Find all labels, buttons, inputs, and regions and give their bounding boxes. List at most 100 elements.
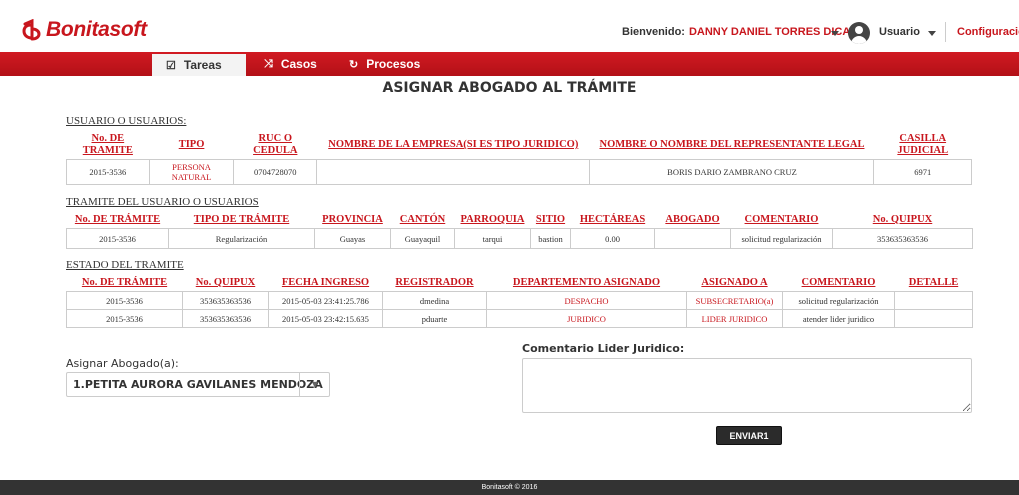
status-table: No. DE TRÁMITE No. QUIPUX FECHA INGRESO … [66, 275, 973, 328]
table-cell: 2015-3536 [66, 159, 150, 185]
procedure-col-comentario[interactable]: COMENTARIO [730, 212, 833, 229]
procedure-col-canton[interactable]: CANTÓN [390, 212, 455, 229]
send-button[interactable]: ENVIAR1 [716, 426, 782, 445]
user-avatar-icon[interactable] [848, 22, 870, 44]
table-cell: 6971 [873, 159, 972, 185]
checkbox-edit-icon: ☑ [166, 59, 176, 72]
users-table: No. DE TRAMITE TIPO RUC O CEDULA NOMBRE … [66, 131, 972, 185]
tab-procesos-label: Procesos [366, 57, 421, 71]
footer: Bonitasoft © 2016 [0, 480, 1019, 495]
tab-tareas[interactable]: ☑ Tareas [152, 52, 246, 76]
table-cell: 2015-05-03 23:41:25.786 [268, 291, 383, 310]
assign-lawyer-label: Asignar Abogado(a): [66, 357, 179, 370]
status-header-row: No. DE TRÁMITE No. QUIPUX FECHA INGRESO … [66, 275, 973, 292]
page-title: ASIGNAR ABOGADO AL TRÁMITE [382, 80, 637, 96]
table-cell: LIDER JURIDICO [686, 309, 783, 328]
header-divider [945, 22, 946, 42]
table-row: 2015-3536 Regularización Guayas Guayaqui… [66, 228, 973, 249]
tab-tareas-label: Tareas [183, 58, 222, 72]
table-cell: Regularización [168, 228, 315, 249]
top-bar: Bonitasoft Bienvenido: DANNY DANIEL TORRE… [0, 0, 1019, 52]
table-cell: JURIDICO [486, 309, 687, 328]
status-col-asignado[interactable]: ASIGNADO A [686, 275, 783, 292]
bonitasoft-logo[interactable]: Bonitasoft [22, 17, 147, 43]
table-cell[interactable] [894, 309, 973, 328]
user-dropdown-caret-icon[interactable] [831, 31, 839, 36]
footer-copyright: Bonitasoft © 2016 [481, 484, 538, 491]
select-caret-down-icon[interactable]: ▼ [299, 373, 330, 396]
table-cell: 2015-3536 [66, 228, 169, 249]
tab-procesos[interactable]: ↻ Procesos [349, 52, 420, 76]
status-col-quipux[interactable]: No. QUIPUX [182, 275, 269, 292]
status-col-tramite[interactable]: No. DE TRÁMITE [66, 275, 183, 292]
table-cell: pduarte [382, 309, 487, 328]
table-cell: PERSONA NATURAL [148, 159, 235, 185]
tab-casos[interactable]: ⤨ Casos [264, 52, 317, 76]
table-cell: 0704728070 [233, 159, 318, 185]
assign-lawyer-value: 1.PETITA AURORA GAVILANES MENDOZA [73, 378, 323, 391]
table-row: 2015-3536 PERSONA NATURAL 0704728070 BOR… [66, 159, 972, 185]
table-cell: Guayas [314, 228, 391, 249]
table-cell: solicitud regularización [730, 228, 833, 249]
procedure-col-abogado[interactable]: ABOGADO [654, 212, 731, 229]
users-col-tramite[interactable]: No. DE TRAMITE [66, 131, 150, 160]
status-section-title: ESTADO DEL TRAMITE [66, 259, 184, 271]
procedure-col-tipo[interactable]: TIPO DE TRÁMITE [168, 212, 315, 229]
table-cell: 353635363536 [182, 291, 269, 310]
table-cell: SUBSECRETARIO(a) [686, 291, 783, 310]
status-col-detalle[interactable]: DETALLE [894, 275, 973, 292]
table-cell: 353635363536 [832, 228, 973, 249]
table-cell: atender lider juridico [782, 309, 895, 328]
main-nav-bar: ☑ Tareas ⤨ Casos ↻ Procesos [0, 52, 1019, 76]
table-cell: 0.00 [570, 228, 655, 249]
table-row: 2015-3536 353635363536 2015-05-03 23:42:… [66, 309, 973, 328]
table-row: 2015-3536 353635363536 2015-05-03 23:41:… [66, 291, 973, 310]
tab-casos-label: Casos [280, 57, 317, 71]
configuration-link[interactable]: Configuración [957, 26, 1019, 38]
status-col-registrador[interactable]: REGISTRADOR [382, 275, 487, 292]
table-cell: Guayaquil [390, 228, 455, 249]
table-cell: solicitud regularización [782, 291, 895, 310]
table-cell [654, 228, 731, 249]
table-cell: tarqui [454, 228, 531, 249]
procedure-col-parroquia[interactable]: PARROQUIA [454, 212, 531, 229]
user-menu-caret-icon[interactable] [928, 31, 936, 36]
procedure-col-quipux[interactable]: No. QUIPUX [832, 212, 973, 229]
bonitasoft-logo-icon [22, 19, 41, 41]
users-col-empresa[interactable]: NOMBRE DE LA EMPRESA(SI ES TIPO JURIDICO… [316, 131, 590, 160]
table-cell: 2015-3536 [66, 291, 183, 310]
procedure-header-row: No. DE TRÁMITE TIPO DE TRÁMITE PROVINCIA… [66, 212, 973, 229]
procedure-table: No. DE TRÁMITE TIPO DE TRÁMITE PROVINCIA… [66, 212, 973, 249]
brand-name: Bonitasoft [46, 18, 147, 41]
table-cell: bastion [530, 228, 571, 249]
welcome-message: Bienvenido: DANNY DANIEL TORRES DICAO [622, 26, 859, 38]
procedure-section-title: TRAMITE DEL USUARIO O USUARIOS [66, 196, 259, 208]
users-col-casilla[interactable]: CASILLA JUDICIAL [873, 131, 972, 160]
table-cell: BORIS DARIO ZAMBRANO CRUZ [589, 159, 875, 185]
status-col-departamento[interactable]: DEPARTEMENTO ASIGNADO [486, 275, 687, 292]
users-col-tipo[interactable]: TIPO [149, 131, 234, 160]
table-cell [316, 159, 591, 185]
procedure-col-hectareas[interactable]: HECTÁREAS [570, 212, 655, 229]
table-cell: 353635363536 [182, 309, 269, 328]
welcome-label: Bienvenido: [622, 26, 685, 38]
procedure-col-tramite[interactable]: No. DE TRÁMITE [66, 212, 169, 229]
user-menu-label[interactable]: Usuario [879, 26, 920, 38]
comment-label: Comentario Lider Juridico: [522, 342, 685, 355]
assign-lawyer-select[interactable]: 1.PETITA AURORA GAVILANES MENDOZA ▼ [66, 372, 330, 397]
comment-textarea[interactable] [522, 358, 972, 413]
table-cell: 2015-05-03 23:42:15.635 [268, 309, 383, 328]
shuffle-icon: ⤨ [264, 57, 273, 70]
status-col-fecha[interactable]: FECHA INGRESO [268, 275, 383, 292]
users-col-ruc[interactable]: RUC O CEDULA [233, 131, 317, 160]
table-cell[interactable] [894, 291, 973, 310]
procedure-col-provincia[interactable]: PROVINCIA [314, 212, 391, 229]
cycle-icon: ↻ [349, 58, 359, 71]
procedure-col-sitio[interactable]: SITIO [530, 212, 571, 229]
status-col-comentario[interactable]: COMENTARIO [782, 275, 895, 292]
users-header-row: No. DE TRAMITE TIPO RUC O CEDULA NOMBRE … [66, 131, 972, 160]
users-section-title: USUARIO O USUARIOS: [66, 115, 187, 127]
table-cell: dmedina [382, 291, 487, 310]
users-col-representante[interactable]: NOMBRE O NOMBRE DEL REPRESENTANTE LEGAL [589, 131, 874, 160]
table-cell: 2015-3536 [66, 309, 183, 328]
